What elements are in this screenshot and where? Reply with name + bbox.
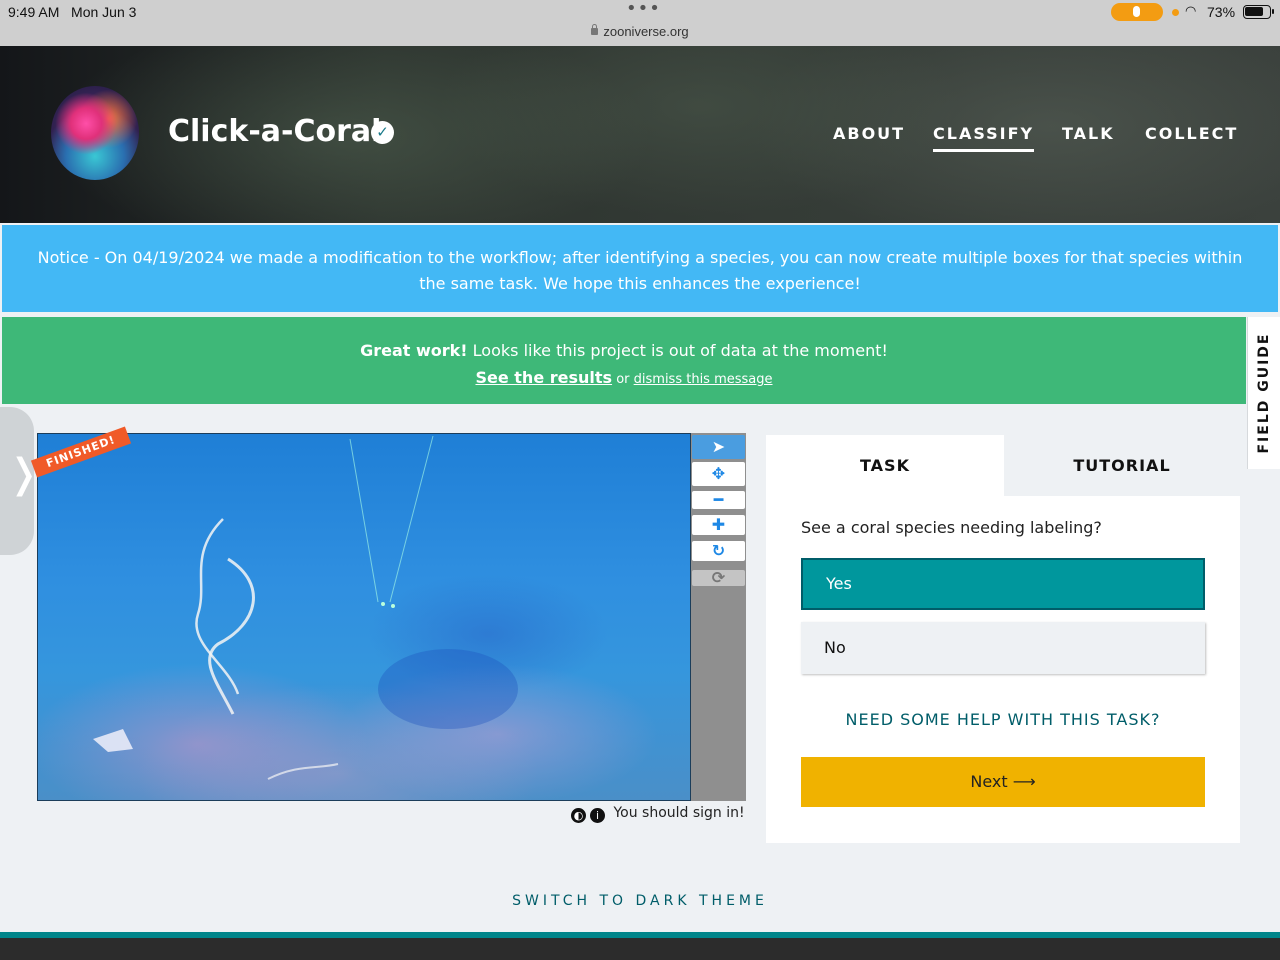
site-footer xyxy=(0,938,1280,960)
notice-bold: Great work! xyxy=(360,341,468,360)
project-logo[interactable] xyxy=(51,86,139,180)
nav-collect[interactable]: COLLECT xyxy=(1145,124,1238,143)
rotate-icon[interactable]: ↻ xyxy=(692,541,745,561)
nav-about[interactable]: ABOUT xyxy=(833,124,905,143)
answer-yes[interactable]: Yes xyxy=(801,558,1205,610)
recording-dot-icon xyxy=(1172,9,1179,16)
dismiss-message-link[interactable]: dismiss this message xyxy=(634,372,773,387)
move-icon[interactable]: ✥ xyxy=(692,462,745,486)
field-guide-tab[interactable]: FIELD GUIDE xyxy=(1247,317,1280,469)
arrow-right-icon: ⟶ xyxy=(1012,772,1036,791)
address-bar[interactable]: zooniverse.org xyxy=(0,24,1280,39)
battery-percent: 73% xyxy=(1207,4,1236,20)
tab-dots-icon[interactable]: ••• xyxy=(626,0,661,19)
subject-overlay xyxy=(93,435,518,780)
url-text: zooniverse.org xyxy=(603,24,689,39)
task-question: See a coral species needing labeling? xyxy=(801,518,1102,537)
lock-icon xyxy=(591,24,599,35)
out-of-data-notice: Great work! Looks like this project is o… xyxy=(2,317,1246,404)
nav-talk[interactable]: TALK xyxy=(1062,124,1115,143)
see-results-link[interactable]: See the results xyxy=(475,368,612,387)
pointer-icon[interactable]: ➤ xyxy=(692,435,745,459)
battery-icon xyxy=(1243,5,1274,19)
field-guide-label: FIELD GUIDE xyxy=(1256,332,1272,454)
next-button[interactable]: Next ⟶ xyxy=(801,757,1205,807)
reset-icon[interactable]: ⟳ xyxy=(692,570,745,586)
info-icon[interactable]: i xyxy=(590,808,605,823)
wifi-icon: ◠ xyxy=(1185,4,1197,19)
workflow-notice: Notice - On 04/19/2024 we made a modific… xyxy=(2,225,1278,312)
viewer-toolbar: ➤ ✥ ━ ✚ ↻ ⟳ xyxy=(691,433,746,801)
tab-task[interactable]: TASK xyxy=(766,435,1004,496)
drawer-handle[interactable]: ❭ xyxy=(0,407,41,555)
check-badge-icon: ✓ xyxy=(371,121,394,144)
nav-classify[interactable]: CLASSIFY xyxy=(933,124,1035,152)
next-label: Next xyxy=(970,772,1008,791)
status-time: 9:49 AM Mon Jun 3 xyxy=(8,4,137,20)
invert-icon[interactable]: ◐ xyxy=(571,808,586,823)
tab-tutorial[interactable]: TUTORIAL xyxy=(1004,435,1240,496)
zoom-in-icon[interactable]: ✚ xyxy=(692,515,745,535)
viewer-footer: ◐ i You should sign in! xyxy=(571,805,745,823)
notice-or: or xyxy=(612,372,634,387)
answer-no[interactable]: No xyxy=(801,622,1205,674)
zoom-out-icon[interactable]: ━ xyxy=(692,491,745,509)
notice-text: Looks like this project is out of data a… xyxy=(467,341,888,360)
microphone-indicator-icon xyxy=(1111,3,1163,21)
sign-in-text: You should sign in! xyxy=(613,805,745,821)
project-header: Click-a-Coral ✓ ABOUT CLASSIFY TALK COLL… xyxy=(0,46,1280,223)
subject-image[interactable] xyxy=(37,433,691,801)
project-title[interactable]: Click-a-Coral xyxy=(168,114,381,149)
task-help-link[interactable]: NEED SOME HELP WITH THIS TASK? xyxy=(801,710,1205,729)
status-bar: 9:49 AM Mon Jun 3 ••• zooniverse.org ◠ 7… xyxy=(0,0,1280,46)
dark-theme-toggle[interactable]: SWITCH TO DARK THEME xyxy=(0,893,1280,909)
